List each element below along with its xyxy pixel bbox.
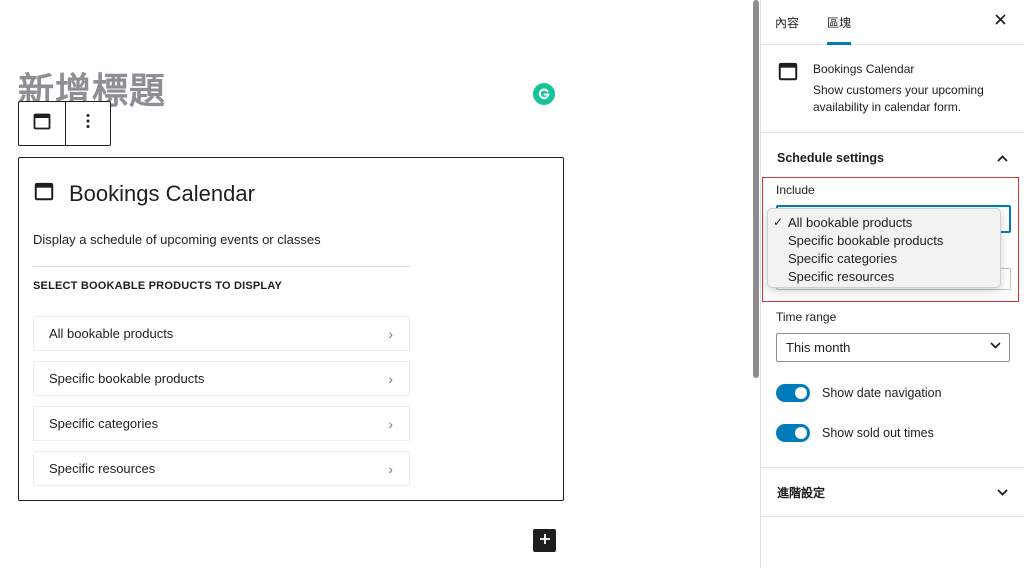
chevron-up-icon: [997, 151, 1008, 165]
option-label: Specific resources: [788, 268, 895, 284]
dropdown-option-all-bookable-products[interactable]: ✓ All bookable products: [768, 213, 1000, 231]
divider: [761, 467, 1024, 468]
scrollbar-thumb[interactable]: [753, 0, 759, 378]
block-header: Bookings Calendar: [33, 180, 255, 207]
panel-title: 進階設定: [777, 485, 826, 500]
more-vertical-icon: [86, 113, 90, 134]
dropdown-option-specific-bookable-products[interactable]: Specific bookable products: [768, 231, 1000, 249]
block-subheading: SELECT BOOKABLE PRODUCTS TO DISPLAY: [33, 280, 283, 292]
chevron-down-icon: [997, 485, 1008, 499]
option-label: Specific categories: [788, 250, 898, 266]
option-label: All bookable products: [788, 214, 913, 230]
chevron-right-icon: ›: [388, 460, 393, 477]
toggle-label: Show sold out times: [822, 426, 934, 440]
plus-icon: [539, 532, 551, 550]
divider: [33, 266, 410, 267]
calendar-icon: [32, 111, 52, 136]
block-description: Display a schedule of upcoming events or…: [33, 232, 321, 247]
option-specific-bookable-products[interactable]: Specific bookable products ›: [33, 361, 410, 396]
dropdown-option-specific-categories[interactable]: Specific categories: [768, 249, 1000, 267]
include-label: Include: [776, 183, 815, 197]
option-label: Specific bookable products: [49, 371, 205, 386]
add-block-button[interactable]: [533, 529, 556, 552]
toggle-label: Show date navigation: [822, 386, 942, 400]
chevron-right-icon: ›: [388, 415, 393, 432]
option-all-bookable-products[interactable]: All bookable products ›: [33, 316, 410, 351]
include-dropdown-menu: ✓ All bookable products Specific bookabl…: [767, 208, 1001, 288]
divider: [761, 516, 1024, 517]
bookings-calendar-block[interactable]: Bookings Calendar Display a schedule of …: [18, 157, 564, 501]
time-range-label: Time range: [776, 310, 837, 324]
sidebar-tabs: 內容 區塊: [761, 0, 1024, 45]
show-sold-out-times-row: Show sold out times: [776, 424, 934, 442]
block-toolbar: [18, 101, 111, 146]
show-date-navigation-row: Show date navigation: [776, 384, 942, 402]
block-card: Bookings Calendar Show customers your up…: [761, 45, 1024, 133]
chevron-right-icon: ›: [388, 325, 393, 342]
block-type-button[interactable]: [19, 102, 65, 145]
option-label: Specific categories: [49, 416, 159, 431]
checkmark-icon: ✓: [773, 215, 784, 229]
close-sidebar-button[interactable]: [995, 12, 1006, 30]
block-card-description: Show customers your upcoming availabilit…: [813, 83, 984, 114]
panel-title: Schedule settings: [777, 151, 884, 165]
option-label: Specific bookable products: [788, 232, 944, 248]
tab-post[interactable]: 內容: [761, 0, 813, 44]
canvas-scrollbar[interactable]: [752, 0, 760, 568]
advanced-settings-panel-toggle[interactable]: 進階設定: [761, 469, 1024, 515]
schedule-settings-panel-toggle[interactable]: Schedule settings: [761, 135, 1024, 181]
option-label: Specific resources: [49, 461, 156, 476]
close-icon: [995, 12, 1006, 29]
tab-block[interactable]: 區塊: [813, 0, 865, 45]
editor-canvas: 新增標題 Bookings Calendar Display a schedul…: [0, 0, 752, 568]
option-label: All bookable products: [49, 326, 174, 341]
grammarly-icon[interactable]: [533, 83, 555, 105]
option-specific-resources[interactable]: Specific resources ›: [33, 451, 410, 486]
time-range-select[interactable]: This month: [776, 333, 1010, 362]
time-range-value: This month: [786, 340, 851, 355]
option-specific-categories[interactable]: Specific categories ›: [33, 406, 410, 441]
block-options-button[interactable]: [64, 102, 111, 145]
chevron-right-icon: ›: [388, 370, 393, 387]
show-sold-out-times-toggle[interactable]: [776, 424, 810, 442]
block-card-name: Bookings Calendar: [813, 62, 915, 76]
dropdown-option-specific-resources[interactable]: Specific resources: [768, 267, 1000, 285]
product-options-list: All bookable products › Specific bookabl…: [33, 316, 410, 496]
calendar-icon: [777, 60, 799, 116]
chevron-down-icon: [990, 340, 1001, 352]
block-title: Bookings Calendar: [69, 180, 255, 206]
calendar-icon: [33, 180, 55, 207]
show-date-navigation-toggle[interactable]: [776, 384, 810, 402]
